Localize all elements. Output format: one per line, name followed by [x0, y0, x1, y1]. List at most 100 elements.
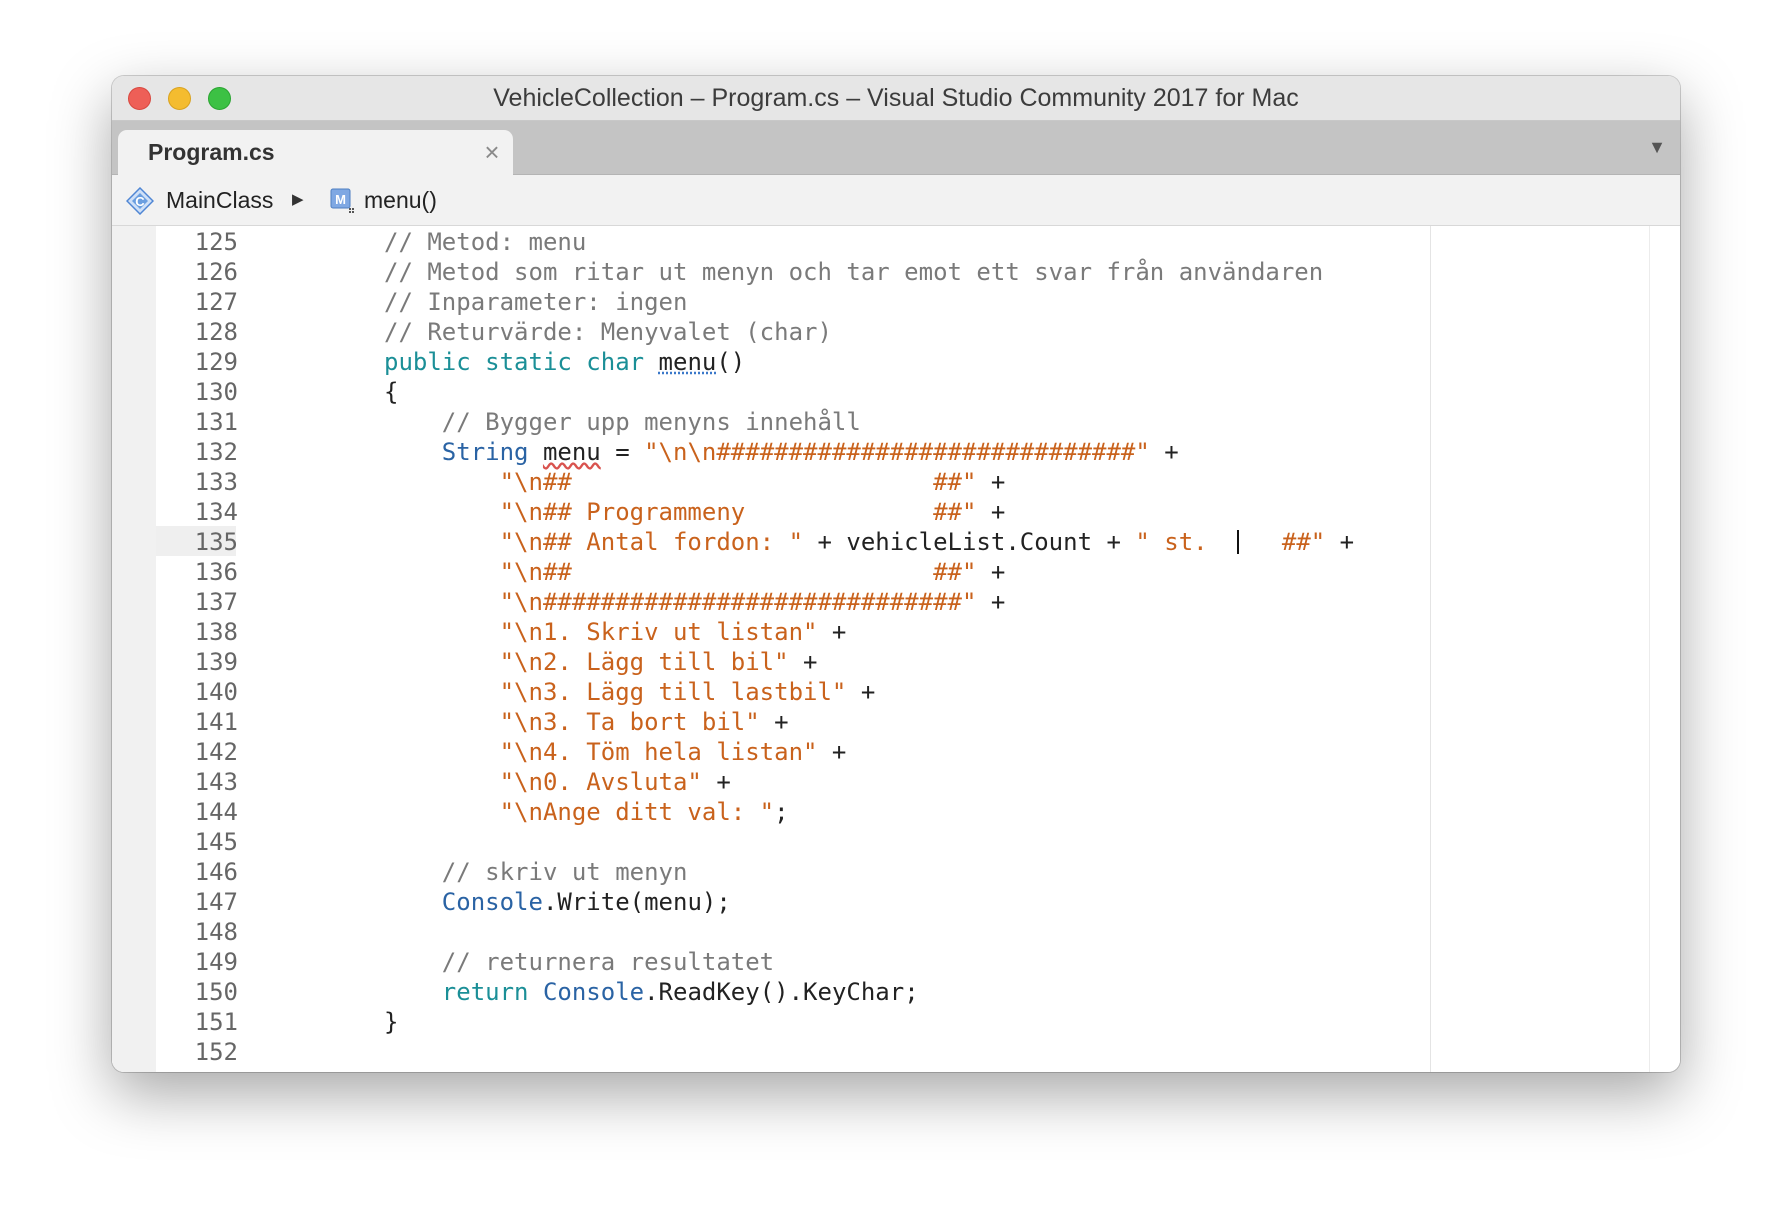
code-token: // returnera resultatet	[384, 948, 775, 976]
code-text[interactable]: return Console.ReadKey().KeyChar;	[384, 977, 919, 1007]
code-token: menu	[542, 438, 601, 466]
line-number[interactable]: 125	[156, 227, 238, 257]
code-text[interactable]: "\n## ##" +	[384, 467, 1006, 497]
line-number[interactable]: 135	[156, 527, 238, 557]
editor-gutter[interactable]	[112, 226, 156, 1072]
tab-label: Program.cs	[148, 139, 275, 165]
line-number[interactable]: 141	[156, 707, 238, 737]
code-text[interactable]: public static char menu()	[384, 347, 745, 377]
line-number[interactable]: 128	[156, 317, 238, 347]
tab-list-dropdown-icon[interactable]: ▼	[1648, 121, 1666, 174]
code-text[interactable]: // Inparameter: ingen	[384, 287, 687, 317]
line-number[interactable]: 138	[156, 617, 238, 647]
code-text[interactable]: // skriv ut menyn	[384, 857, 688, 887]
code-text[interactable]: {	[384, 377, 398, 407]
svg-text:M: M	[335, 192, 346, 207]
code-text[interactable]: "\n2. Lägg till bil" +	[384, 647, 818, 677]
code-token: "\n2. Lägg till bil"	[499, 648, 789, 676]
line-number[interactable]: 137	[156, 587, 238, 617]
code-text[interactable]: "\n## Programmeny ##" +	[384, 497, 1006, 527]
code-text[interactable]: // returnera resultatet	[384, 947, 774, 977]
code-token: // Metod som ritar ut menyn och tar emot…	[384, 258, 1324, 286]
line-number[interactable]: 126	[156, 257, 238, 287]
code-text[interactable]: "\n#############################" +	[384, 587, 1006, 617]
line-number[interactable]: 136	[156, 557, 238, 587]
code-token: ##"	[1238, 528, 1326, 556]
breadcrumb-class[interactable]: MainClass	[166, 175, 273, 225]
line-number[interactable]: 134	[156, 497, 238, 527]
code-text[interactable]: "\n1. Skriv ut listan" +	[384, 617, 847, 647]
code-token: "\n## Programmeny ##"	[499, 498, 977, 526]
line-number[interactable]: 149	[156, 947, 238, 977]
line-number[interactable]: 131	[156, 407, 238, 437]
code-text[interactable]: // Metod som ritar ut menyn och tar emot…	[384, 257, 1323, 287]
line-number[interactable]: 133	[156, 467, 238, 497]
code-text[interactable]: "\n3. Ta bort bil" +	[384, 707, 789, 737]
line-number[interactable]: 152	[156, 1037, 238, 1067]
line-number[interactable]: 127	[156, 287, 238, 317]
code-token: "\n#############################"	[499, 588, 977, 616]
code-text[interactable]: String menu = "\n\n#####################…	[384, 437, 1179, 467]
breadcrumb-method[interactable]: menu()	[364, 175, 437, 225]
code-token: "\n\n#############################"	[644, 438, 1150, 466]
code-token: menu	[658, 348, 717, 376]
code-token: ;	[774, 798, 789, 826]
line-number[interactable]: 129	[156, 347, 238, 377]
code-token: +	[817, 618, 847, 646]
code-token: {	[384, 378, 399, 406]
code-token: ()	[716, 348, 746, 376]
ide-window: VehicleCollection – Program.cs – Visual …	[112, 76, 1680, 1072]
line-number[interactable]: 140	[156, 677, 238, 707]
code-token: public static char	[384, 348, 659, 376]
window-title: VehicleCollection – Program.cs – Visual …	[493, 84, 1299, 112]
code-token: "\n1. Skriv ut listan"	[499, 618, 818, 646]
code-text[interactable]: "\n## Antal fordon: " + vehicleList.Coun…	[384, 527, 1355, 557]
code-token: "\n3. Lägg till lastbil"	[499, 678, 847, 706]
line-number[interactable]: 147	[156, 887, 238, 917]
code-token: // skriv ut menyn	[384, 858, 688, 886]
line-number[interactable]: 150	[156, 977, 238, 1007]
code-text[interactable]: // Bygger upp menyns innehåll	[384, 407, 861, 437]
code-text[interactable]: "\n0. Avsluta" +	[384, 767, 731, 797]
code-text[interactable]: "\n## ##" +	[384, 557, 1006, 587]
line-number[interactable]: 151	[156, 1007, 238, 1037]
code-text[interactable]: "\n4. Töm hela listan" +	[384, 737, 847, 767]
code-token: // Returvärde: Menyvalet (char)	[384, 318, 832, 346]
code-text[interactable]: // Returvärde: Menyvalet (char)	[384, 317, 832, 347]
line-number[interactable]: 143	[156, 767, 238, 797]
code-text[interactable]: Console.Write(menu);	[384, 887, 731, 917]
line-number[interactable]: 145	[156, 827, 238, 857]
code-text[interactable]: }	[384, 1007, 398, 1037]
code-text[interactable]: "\nAnge ditt val: ";	[384, 797, 789, 827]
code-token: "\n## Antal fordon: "	[499, 528, 804, 556]
line-number[interactable]: 139	[156, 647, 238, 677]
line-number[interactable]: 130	[156, 377, 238, 407]
code-token: +	[846, 678, 876, 706]
line-number[interactable]: 144	[156, 797, 238, 827]
line-number[interactable]: 132	[156, 437, 238, 467]
title-bar[interactable]: VehicleCollection – Program.cs – Visual …	[112, 76, 1680, 121]
line-number[interactable]: 148	[156, 917, 238, 947]
code-token: "\n0. Avsluta"	[499, 768, 702, 796]
code-token: +	[976, 558, 1006, 586]
code-text[interactable]: // Metod: menu	[384, 227, 586, 257]
scrollbar-track[interactable]	[1649, 226, 1650, 1072]
tab-program-cs[interactable]: Program.cs ×	[118, 130, 513, 175]
code-editor[interactable]: 125 // Metod: menu 126 // Metod som ritar u…	[112, 226, 1680, 1072]
code-token: +	[1325, 528, 1355, 556]
line-number[interactable]: 142	[156, 737, 238, 767]
line-number[interactable]: 146	[156, 857, 238, 887]
code-text[interactable]: "\n3. Lägg till lastbil" +	[384, 677, 876, 707]
svg-text:C: C	[135, 194, 145, 209]
code-token: +	[976, 588, 1006, 616]
tab-close-icon[interactable]: ×	[477, 130, 507, 175]
